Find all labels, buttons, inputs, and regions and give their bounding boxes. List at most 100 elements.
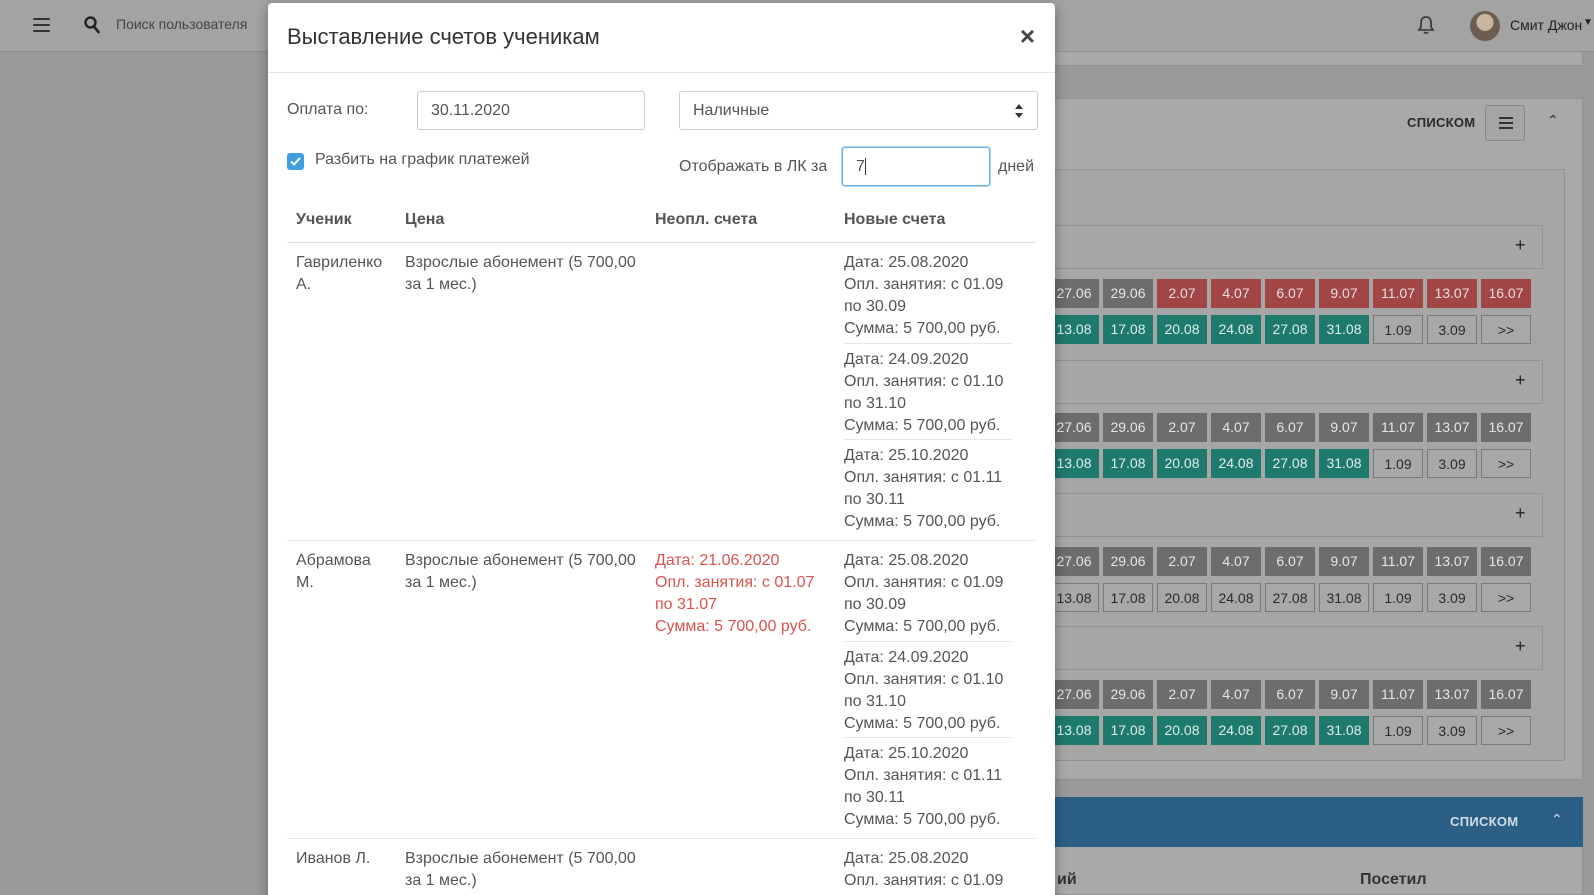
date-cell[interactable]: 11.07 <box>1373 413 1423 442</box>
date-cell[interactable]: 13.07 <box>1427 279 1477 308</box>
date-cell[interactable]: 27.06 <box>1049 279 1099 308</box>
date-cell[interactable]: 13.08 <box>1049 583 1099 612</box>
date-cell[interactable]: 6.07 <box>1265 279 1315 308</box>
date-cell[interactable]: 3.09 <box>1427 716 1477 745</box>
modal-header: Выставление счетов ученикам × <box>268 3 1055 73</box>
date-cell[interactable]: 29.06 <box>1103 413 1153 442</box>
date-cell[interactable]: 31.08 <box>1319 716 1369 745</box>
next-dates-button[interactable]: >> <box>1481 315 1531 344</box>
date-cell[interactable]: 9.07 <box>1319 413 1369 442</box>
date-cell[interactable]: 11.07 <box>1373 279 1423 308</box>
date-cell[interactable]: 17.08 <box>1103 716 1153 745</box>
date-cell[interactable]: 11.07 <box>1373 680 1423 709</box>
date-cell[interactable]: 29.06 <box>1103 279 1153 308</box>
date-cell[interactable]: 4.07 <box>1211 413 1261 442</box>
payment-method-select[interactable]: Наличные <box>679 91 1038 130</box>
date-cell[interactable]: 20.08 <box>1157 449 1207 478</box>
date-cell[interactable]: 27.08 <box>1265 716 1315 745</box>
plus-icon[interactable]: + <box>1515 636 1526 657</box>
date-cell[interactable]: 27.08 <box>1265 449 1315 478</box>
date-cell[interactable]: 2.07 <box>1157 680 1207 709</box>
date-cell[interactable]: 2.07 <box>1157 413 1207 442</box>
date-cell[interactable]: 17.08 <box>1103 583 1153 612</box>
date-cell[interactable]: 13.08 <box>1049 716 1099 745</box>
split-schedule-checkbox[interactable] <box>287 153 304 170</box>
date-cell[interactable]: 6.07 <box>1265 680 1315 709</box>
date-cell[interactable]: 6.07 <box>1265 547 1315 576</box>
date-cell[interactable]: 4.07 <box>1211 279 1261 308</box>
date-cell[interactable]: 13.08 <box>1049 449 1099 478</box>
date-grid: 27.06 29.06 2.07 4.07 6.07 9.07 11.07 13… <box>1049 279 1531 344</box>
menu-icon[interactable] <box>33 18 50 32</box>
date-cell[interactable]: 16.07 <box>1481 413 1531 442</box>
date-cell[interactable]: 20.08 <box>1157 315 1207 344</box>
date-cell[interactable]: 3.09 <box>1427 315 1477 344</box>
date-cell[interactable]: 27.06 <box>1049 680 1099 709</box>
date-cell[interactable]: 24.08 <box>1211 315 1261 344</box>
date-cell[interactable]: 29.06 <box>1103 547 1153 576</box>
date-cell[interactable]: 11.07 <box>1373 547 1423 576</box>
date-cell[interactable]: 27.06 <box>1049 547 1099 576</box>
bell-icon[interactable] <box>1417 15 1435 35</box>
date-grid: 27.06 29.06 2.07 4.07 6.07 9.07 11.07 13… <box>1049 547 1531 612</box>
close-icon[interactable]: × <box>1020 21 1035 52</box>
date-cell[interactable]: 13.07 <box>1427 413 1477 442</box>
date-cell[interactable]: 24.08 <box>1211 716 1261 745</box>
next-dates-button[interactable]: >> <box>1481 583 1531 612</box>
date-cell[interactable]: 31.08 <box>1319 449 1369 478</box>
avatar[interactable] <box>1470 11 1500 41</box>
date-cell[interactable]: 1.09 <box>1373 716 1423 745</box>
date-cell[interactable]: 24.08 <box>1211 583 1261 612</box>
list-view-label[interactable]: СПИСКОМ <box>1450 814 1518 829</box>
date-cell[interactable]: 9.07 <box>1319 279 1369 308</box>
date-cell[interactable]: 13.08 <box>1049 315 1099 344</box>
date-cell[interactable]: 3.09 <box>1427 449 1477 478</box>
date-cell[interactable]: 4.07 <box>1211 547 1261 576</box>
date-cell[interactable]: 1.09 <box>1373 449 1423 478</box>
date-cell[interactable]: 29.06 <box>1103 680 1153 709</box>
split-schedule-label[interactable]: Разбить на график платежей <box>315 151 530 169</box>
date-cell[interactable]: 2.07 <box>1157 279 1207 308</box>
pay-by-date-input[interactable]: 30.11.2020 <box>417 91 645 130</box>
date-cell[interactable]: 16.07 <box>1481 547 1531 576</box>
date-cell[interactable]: 13.07 <box>1427 680 1477 709</box>
date-cell[interactable]: 17.08 <box>1103 449 1153 478</box>
date-cell[interactable]: 3.09 <box>1427 583 1477 612</box>
list-view-label[interactable]: СПИСКОМ <box>1407 115 1475 130</box>
date-cell[interactable]: 20.08 <box>1157 583 1207 612</box>
date-cell[interactable]: 20.08 <box>1157 716 1207 745</box>
plus-icon[interactable]: + <box>1515 235 1526 256</box>
date-cell[interactable]: 24.08 <box>1211 449 1261 478</box>
date-grid: 27.06 29.06 2.07 4.07 6.07 9.07 11.07 13… <box>1049 680 1531 745</box>
date-cell[interactable]: 27.06 <box>1049 413 1099 442</box>
date-cell[interactable]: 16.07 <box>1481 680 1531 709</box>
date-cell[interactable]: 1.09 <box>1373 315 1423 344</box>
chevron-up-icon[interactable]: ⌃ <box>1547 112 1559 129</box>
search-input[interactable]: Поиск пользователя <box>116 16 247 32</box>
list-toggle-button[interactable] <box>1485 105 1525 141</box>
date-cell[interactable]: 31.08 <box>1319 583 1369 612</box>
chevron-down-icon[interactable]: ▼ <box>1583 17 1593 28</box>
date-cell[interactable]: 6.07 <box>1265 413 1315 442</box>
date-cell[interactable]: 9.07 <box>1319 680 1369 709</box>
date-cell[interactable]: 1.09 <box>1373 583 1423 612</box>
plus-icon[interactable]: + <box>1515 503 1526 524</box>
date-cell[interactable]: 27.08 <box>1265 583 1315 612</box>
date-cell[interactable]: 2.07 <box>1157 547 1207 576</box>
plus-icon[interactable]: + <box>1515 370 1526 391</box>
days-input[interactable]: 7 <box>842 147 990 186</box>
chevron-up-icon[interactable]: ⌃ <box>1551 811 1563 828</box>
text-cursor <box>864 158 866 176</box>
next-dates-button[interactable]: >> <box>1481 449 1531 478</box>
date-cell[interactable]: 4.07 <box>1211 680 1261 709</box>
date-cell[interactable]: 27.08 <box>1265 315 1315 344</box>
next-dates-button[interactable]: >> <box>1481 716 1531 745</box>
user-name[interactable]: Смит Джон <box>1510 17 1582 33</box>
date-cell[interactable]: 17.08 <box>1103 315 1153 344</box>
background-panel-top <box>1053 52 1583 66</box>
date-cell[interactable]: 16.07 <box>1481 279 1531 308</box>
search-icon[interactable] <box>84 16 100 34</box>
date-cell[interactable]: 31.08 <box>1319 315 1369 344</box>
date-cell[interactable]: 13.07 <box>1427 547 1477 576</box>
date-cell[interactable]: 9.07 <box>1319 547 1369 576</box>
